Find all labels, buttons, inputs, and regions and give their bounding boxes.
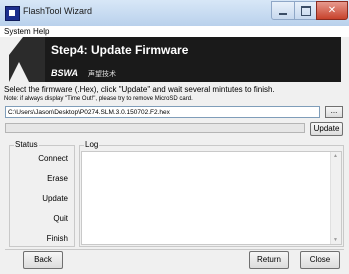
banner-logo-shape — [9, 37, 45, 82]
log-scrollbar[interactable]: ▲ ▼ — [330, 152, 341, 244]
return-button[interactable]: Return — [249, 251, 289, 269]
status-quit: Quit — [53, 214, 68, 223]
instruction-text: Select the firmware (.Hex), click "Updat… — [4, 85, 275, 94]
bswa-logo-cn: 声望技术 — [88, 71, 116, 78]
update-button[interactable]: Update — [310, 122, 343, 136]
log-group: Log ▲ ▼ — [79, 140, 344, 247]
close-window-button[interactable]: ✕ — [316, 1, 348, 20]
app-icon — [5, 6, 20, 21]
note-text: Note: if always display "Time Out!", ple… — [4, 96, 193, 102]
bswa-logo: BSWA — [51, 68, 78, 78]
close-button[interactable]: Close — [300, 251, 340, 269]
log-textarea[interactable]: ▲ ▼ — [81, 151, 342, 245]
status-group: Status Connect Erase Update Quit Finish — [9, 140, 75, 247]
window-title: FlashTool Wizard — [23, 6, 93, 16]
menu-system[interactable]: System — [4, 27, 31, 36]
menu-help[interactable]: Help — [33, 27, 49, 36]
status-group-title: Status — [14, 140, 39, 149]
browse-button[interactable]: ... — [325, 106, 343, 118]
log-group-title: Log — [84, 140, 100, 149]
status-finish: Finish — [46, 234, 68, 243]
footer-divider — [5, 249, 344, 250]
back-button[interactable]: Back — [23, 251, 63, 269]
menu-bar: System Help — [0, 26, 349, 37]
title-bar: FlashTool Wizard ✕ — [0, 0, 349, 27]
minimize-button[interactable] — [271, 1, 295, 20]
status-erase: Erase — [47, 174, 68, 183]
scroll-down-icon[interactable]: ▼ — [333, 237, 338, 243]
firmware-path-input[interactable]: C:\Users\Jason\Desktop\P0274.SLM.3.0.150… — [5, 106, 320, 118]
progress-bar — [5, 123, 305, 133]
step-banner: Step4: Update Firmware BSWA 声望技术 — [9, 37, 341, 82]
scroll-up-icon[interactable]: ▲ — [333, 153, 338, 159]
maximize-button[interactable] — [294, 1, 317, 20]
banner-title: Step4: Update Firmware — [51, 43, 189, 57]
status-update: Update — [42, 194, 68, 203]
status-connect: Connect — [38, 154, 68, 163]
